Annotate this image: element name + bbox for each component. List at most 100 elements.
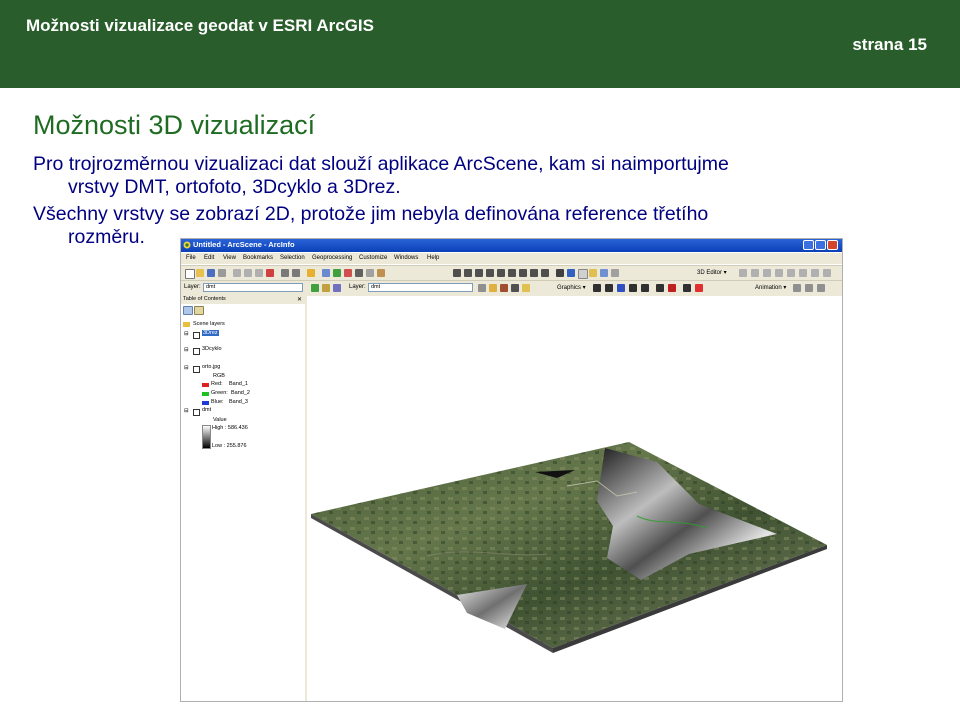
paste-icon[interactable]	[255, 269, 263, 277]
font-color-icon[interactable]	[695, 284, 703, 292]
animation-controls-icon[interactable]	[817, 284, 825, 292]
menu-edit[interactable]: Edit	[204, 255, 214, 261]
line-color-icon[interactable]	[668, 284, 676, 292]
standard-toolbar: 3D Editor ▾	[181, 265, 842, 281]
green-band-value: Band_2	[231, 390, 250, 396]
edit-tool-icon[interactable]	[739, 269, 747, 277]
interpolate-point-icon[interactable]	[500, 284, 508, 292]
menu-selection[interactable]: Selection	[280, 255, 305, 261]
steepest-path-icon[interactable]	[333, 284, 341, 292]
marker-icon[interactable]	[656, 284, 664, 292]
clear-selection-icon[interactable]	[578, 269, 588, 279]
menu-bookmarks[interactable]: Bookmarks	[243, 255, 273, 261]
cut-icon[interactable]	[233, 269, 241, 277]
minimize-button[interactable]	[803, 240, 814, 250]
list-by-source-icon[interactable]	[194, 306, 204, 315]
layer-3drez-expander[interactable]: ⊟	[184, 331, 189, 337]
reshape-icon[interactable]	[775, 269, 783, 277]
dmt-low-label: Low : 255.876	[212, 443, 247, 449]
undo-icon[interactable]	[281, 269, 289, 277]
layer-3drez-label[interactable]: 3Drez	[202, 330, 219, 336]
toolbox-icon[interactable]	[344, 269, 352, 277]
zoom-in-icon[interactable]	[508, 269, 516, 277]
animation-dropdown[interactable]: Animation ▾	[755, 284, 786, 291]
create-features-icon[interactable]	[823, 269, 831, 277]
scene-view[interactable]	[307, 296, 842, 701]
point-icon[interactable]	[605, 284, 613, 292]
redo-icon[interactable]	[292, 269, 300, 277]
layer-dmt-checkbox[interactable]	[193, 409, 200, 416]
target-icon[interactable]	[475, 269, 483, 277]
navigate-tool-icon[interactable]	[453, 269, 461, 277]
fly-tool-icon[interactable]	[464, 269, 472, 277]
3d-editor-dropdown[interactable]: 3D Editor ▾	[697, 269, 727, 276]
raster-tool-icon[interactable]	[311, 284, 319, 292]
layer-combo-left[interactable]: dmt	[203, 283, 303, 292]
save-icon[interactable]	[207, 269, 215, 277]
edit-vertices-icon[interactable]	[763, 269, 771, 277]
capture-view-icon[interactable]	[793, 284, 801, 292]
results-icon[interactable]	[377, 269, 385, 277]
app-icon	[183, 241, 191, 249]
contour-icon[interactable]	[322, 284, 330, 292]
text-icon[interactable]	[641, 284, 649, 292]
new-icon[interactable]	[185, 269, 195, 279]
maximize-button[interactable]	[815, 240, 826, 250]
layer-dmt-expander[interactable]: ⊟	[184, 408, 189, 414]
add-data-icon[interactable]	[307, 269, 315, 277]
navigate-icon[interactable]	[322, 269, 330, 277]
view-icon[interactable]	[611, 269, 619, 277]
swipe-icon[interactable]	[589, 269, 597, 277]
pan-icon[interactable]	[497, 269, 505, 277]
list-by-drawing-order-icon[interactable]	[183, 306, 193, 315]
layer-orto-expander[interactable]: ⊟	[184, 365, 189, 371]
python-icon[interactable]	[355, 269, 363, 277]
layer-orto-checkbox[interactable]	[193, 366, 200, 373]
line-of-sight-icon[interactable]	[489, 284, 497, 292]
fill-color-icon[interactable]	[683, 284, 691, 292]
layer-3drez-checkbox[interactable]	[193, 332, 200, 339]
close-button[interactable]	[827, 240, 838, 250]
profile-icon[interactable]	[478, 284, 486, 292]
zoom-out-icon[interactable]	[519, 269, 527, 277]
full-extent-icon[interactable]	[541, 269, 549, 277]
interpolate-line-icon[interactable]	[511, 284, 519, 292]
layer-3dcyklo-expander[interactable]: ⊟	[184, 347, 189, 353]
menu-windows[interactable]: Windows	[394, 255, 418, 261]
layer-3dcyklo-label[interactable]: 3Dcyklo	[202, 346, 222, 352]
paragraph-1-line-2: vrstvy DMT, ortofoto, 3Dcyklo a 3Drez.	[68, 176, 401, 198]
layer-dmt-label[interactable]: dmt	[202, 407, 211, 413]
select-icon[interactable]	[556, 269, 564, 277]
menu-geoprocessing[interactable]: Geoprocessing	[312, 255, 352, 261]
identify-icon[interactable]	[567, 269, 575, 277]
paragraph-1-line-1: Pro trojrozměrnou vizualizaci dat slouží…	[33, 153, 729, 175]
catalog-icon[interactable]	[333, 269, 341, 277]
graphics-select-icon[interactable]	[593, 284, 601, 292]
layer-3dcyklo-checkbox[interactable]	[193, 348, 200, 355]
open-icon[interactable]	[196, 269, 204, 277]
layer-orto-label[interactable]: orto.jpg	[202, 364, 220, 370]
polyline-icon[interactable]	[617, 284, 625, 292]
model-builder-icon[interactable]	[366, 269, 374, 277]
orthophoto-texture	[311, 442, 827, 648]
print-icon[interactable]	[218, 269, 226, 277]
measure-icon[interactable]	[600, 269, 608, 277]
cut-polygons-icon[interactable]	[787, 269, 795, 277]
play-icon[interactable]	[805, 284, 813, 292]
sketch-tool-icon[interactable]	[751, 269, 759, 277]
toc-close-icon[interactable]: ✕	[297, 296, 302, 303]
layer-combo-right[interactable]: dmt	[368, 283, 473, 292]
menu-view[interactable]: View	[223, 255, 236, 261]
graphics-dropdown[interactable]: Graphics ▾	[557, 284, 586, 291]
interpolate-polygon-icon[interactable]	[522, 284, 530, 292]
menu-file[interactable]: File	[186, 255, 196, 261]
attributes-icon[interactable]	[799, 269, 807, 277]
menu-help[interactable]: Help	[427, 255, 439, 261]
delete-icon[interactable]	[266, 269, 274, 277]
polygon-icon[interactable]	[629, 284, 637, 292]
copy-icon[interactable]	[244, 269, 252, 277]
narrow-fov-icon[interactable]	[530, 269, 538, 277]
sketch-properties-icon[interactable]	[811, 269, 819, 277]
center-icon[interactable]	[486, 269, 494, 277]
menu-customize[interactable]: Customize	[359, 255, 387, 261]
